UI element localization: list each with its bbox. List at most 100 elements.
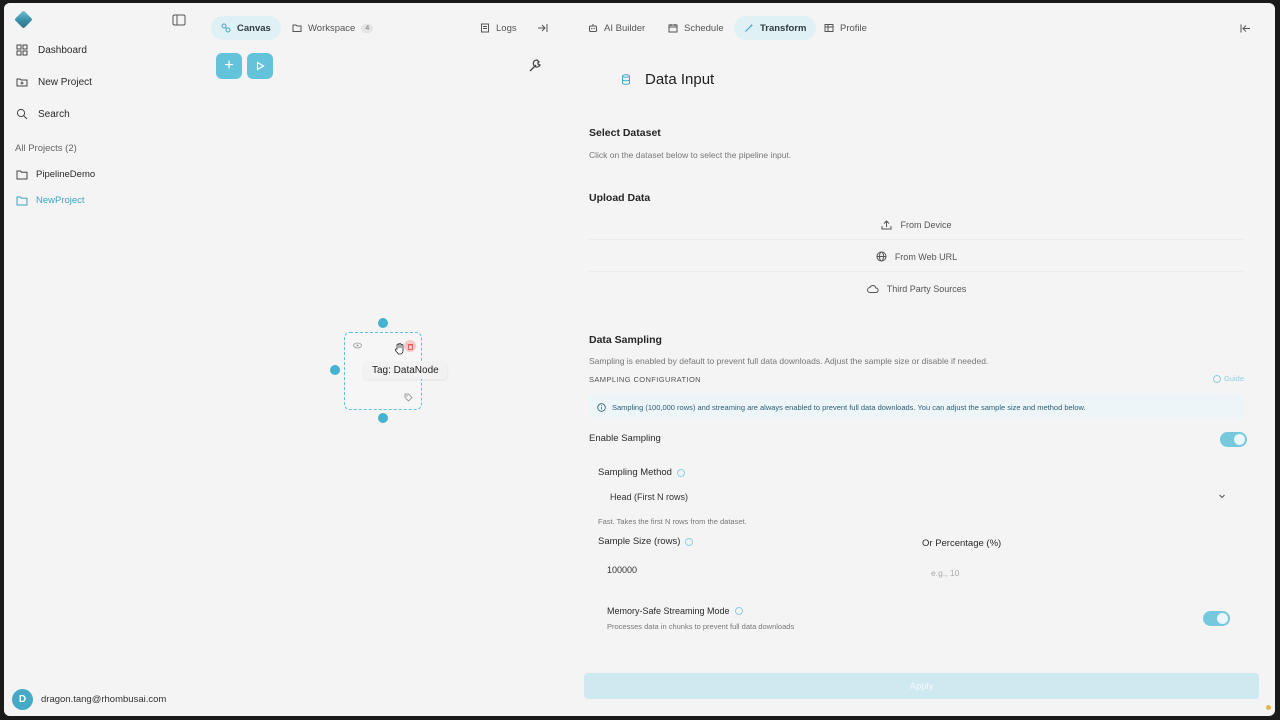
upload-third-party-button[interactable]: Third Party Sources: [589, 274, 1244, 304]
delete-node-button[interactable]: [404, 340, 416, 352]
node-tag-tooltip: Tag: DataNode: [364, 362, 447, 379]
expand-right-icon[interactable]: [537, 23, 548, 33]
folder-icon: [292, 24, 302, 32]
folder-icon: [16, 170, 28, 179]
tab-label: Workspace: [308, 22, 356, 34]
info-text: Sampling (100,000 rows) and streaming ar…: [612, 402, 1086, 412]
add-node-button[interactable]: +: [216, 53, 242, 79]
label-text: Sample Size (rows): [598, 536, 681, 547]
node-handle-bottom[interactable]: [378, 413, 388, 423]
label-text: Or Percentage (%): [922, 538, 1002, 549]
collapse-panel-icon[interactable]: [1240, 24, 1251, 33]
select-dataset-heading: Select Dataset: [589, 127, 661, 139]
project-item-newproject[interactable]: NewProject: [16, 191, 85, 209]
percentage-input[interactable]: e.g., 10: [931, 568, 959, 578]
sample-size-label: Sample Size (rows): [598, 536, 694, 547]
sidebar-item-label: New Project: [38, 76, 92, 88]
upload-option-label: From Device: [900, 219, 952, 230]
tab-profile[interactable]: Profile: [814, 16, 877, 40]
projects-section-label: All Projects (2): [15, 143, 77, 154]
app-window: Dashboard New Project Search All Project…: [4, 3, 1275, 716]
sampling-method-select[interactable]: Head (First N rows): [602, 485, 1232, 509]
sidebar: Dashboard New Project Search All Project…: [4, 3, 204, 716]
enable-sampling-toggle[interactable]: [1220, 432, 1247, 447]
canvas-icon: [221, 23, 231, 33]
tab-canvas[interactable]: Canvas: [211, 16, 281, 40]
dashboard-icon: [16, 44, 28, 56]
data-input-panel: Data Input Select Dataset Click on the d…: [578, 43, 1259, 713]
calendar-icon: [668, 24, 678, 33]
page-title: Data Input: [645, 71, 715, 88]
project-label: PipelineDemo: [36, 168, 96, 180]
wrench-icon[interactable]: [527, 58, 543, 74]
percentage-label: Or Percentage (%): [922, 538, 1001, 549]
workspace-count-badge: 4: [361, 23, 374, 33]
tab-label: Logs: [496, 22, 517, 34]
tab-label: Transform: [760, 22, 807, 34]
eye-icon[interactable]: [353, 342, 362, 349]
tab-logs[interactable]: Logs: [470, 16, 527, 40]
sampling-config-label: SAMPLING CONFIGURATION: [589, 375, 702, 384]
table-icon: [824, 24, 834, 32]
info-icon: [597, 402, 606, 412]
help-icon[interactable]: [676, 468, 685, 477]
streaming-mode-toggle[interactable]: [1203, 611, 1230, 626]
upload-from-device-button[interactable]: From Device: [589, 210, 1244, 240]
sidebar-toggle-icon[interactable]: [172, 14, 186, 26]
user-email: dragon.tang@rhombusai.com: [41, 694, 167, 705]
status-indicator: [1266, 705, 1271, 710]
sampling-info-banner: Sampling (100,000 rows) and streaming ar…: [589, 395, 1245, 419]
upload-option-label: From Web URL: [894, 251, 958, 262]
sidebar-item-search[interactable]: Search: [16, 103, 70, 125]
tag-icon[interactable]: [404, 393, 413, 402]
enable-sampling-label: Enable Sampling: [589, 433, 661, 444]
robot-icon: [589, 24, 597, 32]
tab-workspace[interactable]: Workspace 4: [282, 16, 383, 40]
guide-link[interactable]: Guide: [1212, 374, 1244, 383]
hand-cursor-icon: [394, 343, 404, 355]
sidebar-item-dashboard[interactable]: Dashboard: [16, 39, 87, 61]
panel-header: Data Input: [621, 71, 714, 88]
apply-button[interactable]: Apply: [584, 673, 1259, 699]
globe-icon: [876, 251, 887, 262]
upload-icon: [881, 219, 892, 229]
data-sampling-description: Sampling is enabled by default to preven…: [589, 356, 989, 366]
select-dataset-description: Click on the dataset below to select the…: [589, 150, 792, 160]
wand-icon: [745, 24, 753, 32]
node-handle-left[interactable]: [330, 365, 340, 375]
chevron-down-icon: [1219, 494, 1225, 499]
folder-icon: [16, 196, 28, 205]
guide-label: Guide: [1223, 374, 1244, 383]
select-value: Head (First N rows): [610, 492, 689, 502]
help-icon[interactable]: [734, 607, 743, 615]
tab-label: AI Builder: [604, 22, 646, 34]
app-logo[interactable]: [14, 10, 33, 29]
label-text: Sampling Method: [598, 467, 672, 478]
upload-option-label: Third Party Sources: [886, 284, 967, 294]
sample-size-input[interactable]: 100000: [607, 565, 637, 575]
help-icon[interactable]: [685, 537, 694, 546]
user-account[interactable]: D dragon.tang@rhombusai.com: [12, 689, 166, 710]
sidebar-item-label: Search: [38, 108, 70, 120]
avatar: D: [12, 689, 33, 710]
play-icon: [256, 61, 265, 71]
top-navigation: Canvas Workspace 4 Logs AI Builder Sched…: [204, 16, 1275, 40]
sampling-method-hint: Fast. Takes the first N rows from the da…: [598, 517, 747, 526]
new-project-icon: [16, 76, 28, 88]
data-sampling-heading: Data Sampling: [589, 334, 662, 346]
run-pipeline-button[interactable]: [247, 53, 273, 79]
help-icon: [1212, 374, 1221, 383]
tab-schedule[interactable]: Schedule: [658, 16, 734, 40]
sidebar-item-new-project[interactable]: New Project: [16, 71, 92, 93]
project-label: NewProject: [36, 194, 85, 206]
streaming-mode-description: Processes data in chunks to prevent full…: [607, 622, 795, 631]
sidebar-item-label: Dashboard: [38, 44, 87, 56]
search-icon: [16, 108, 28, 120]
project-item-pipelinedemo[interactable]: PipelineDemo: [16, 165, 95, 183]
node-handle-top[interactable]: [378, 318, 388, 328]
streaming-mode-label: Memory-Safe Streaming Mode: [607, 606, 743, 616]
tab-transform[interactable]: Transform: [734, 16, 817, 40]
sampling-method-label: Sampling Method: [598, 467, 685, 478]
tab-ai-builder[interactable]: AI Builder: [578, 16, 655, 40]
upload-from-url-button[interactable]: From Web URL: [589, 242, 1244, 272]
